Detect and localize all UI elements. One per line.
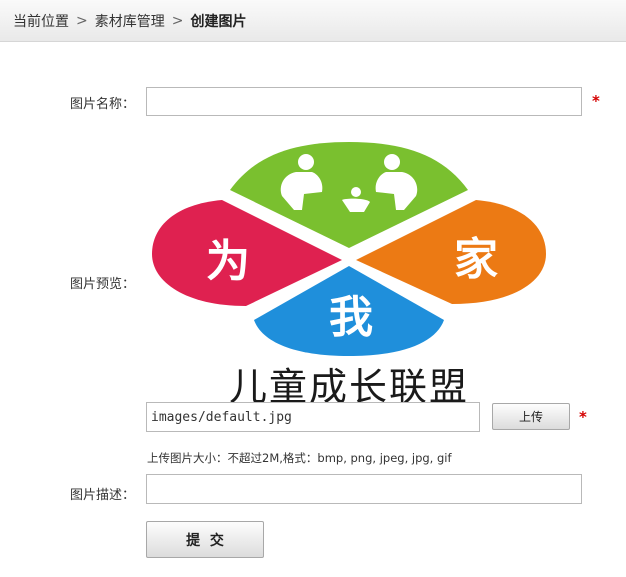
image-path-input[interactable] — [146, 402, 480, 432]
image-description-label: 图片描述： — [70, 488, 136, 503]
submit-button[interactable]: 提 交 — [146, 521, 264, 558]
logo-char-wei: 为 — [206, 236, 250, 287]
image-name-input[interactable] — [146, 87, 582, 116]
upload-hint: 上传图片大小：不超过2M,格式：bmp, png, jpeg, jpg, gif — [147, 451, 452, 465]
logo-char-jia: 家 — [454, 234, 498, 285]
upload-button[interactable]: 上传 — [492, 403, 570, 430]
breadcrumb-item-current: 创建图片 — [190, 13, 247, 30]
breadcrumb-separator: > — [171, 12, 184, 29]
image-preview-label: 图片预览： — [70, 277, 136, 292]
breadcrumb: 当前位置 > 素材库管理 > 创建图片 — [0, 0, 626, 42]
required-mark: * — [592, 92, 600, 110]
breadcrumb-item-location: 当前位置 — [13, 13, 69, 30]
image-description-input[interactable] — [146, 474, 582, 504]
breadcrumb-item-library[interactable]: 素材库管理 — [95, 11, 165, 31]
image-name-label: 图片名称： — [70, 97, 136, 112]
breadcrumb-separator: > — [76, 12, 88, 29]
logo-char-wo: 我 — [329, 292, 373, 343]
required-mark: * — [579, 408, 587, 426]
